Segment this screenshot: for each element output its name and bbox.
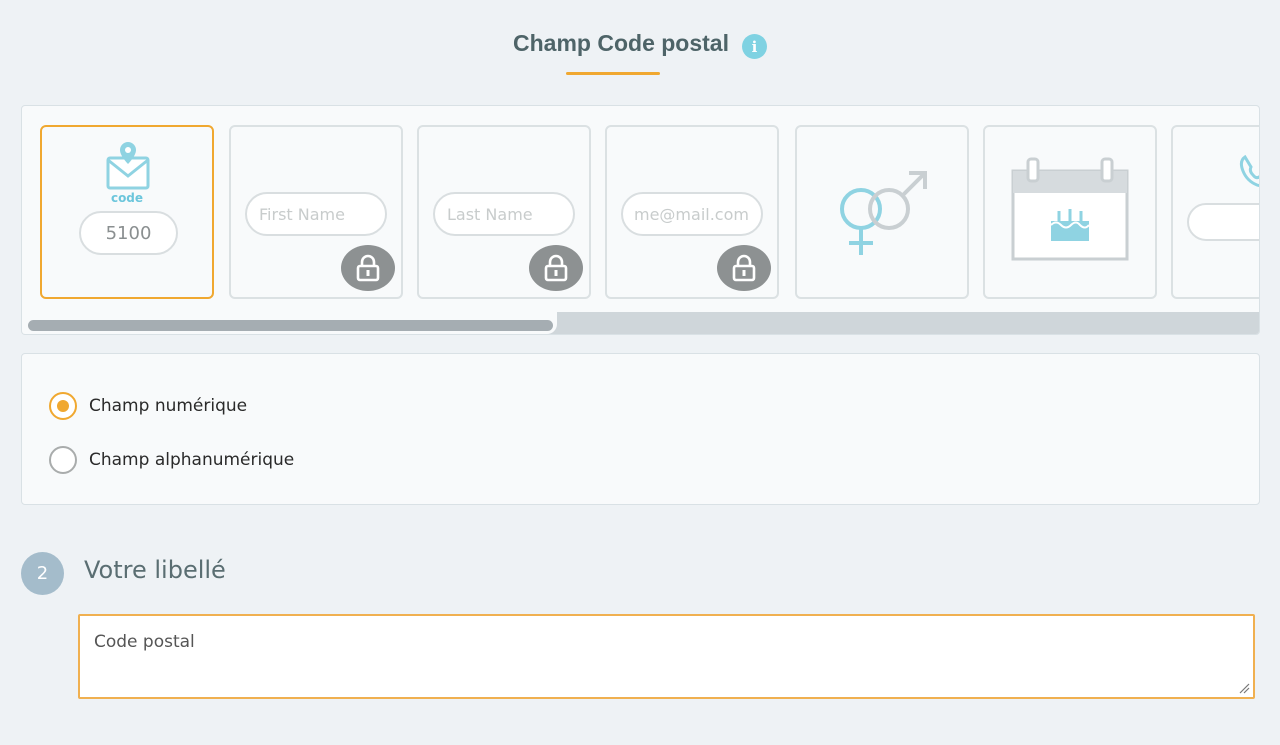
- resize-grip-icon[interactable]: [1238, 682, 1250, 694]
- card-first-name[interactable]: First Name: [229, 125, 403, 299]
- radio-alphanumeric[interactable]: [49, 446, 77, 474]
- field-type-options: Champ numérique Champ alphanumérique: [21, 353, 1260, 505]
- lock-icon: [529, 245, 583, 291]
- option-alphanumeric-label: Champ alphanumérique: [89, 450, 295, 470]
- card-gender[interactable]: [795, 125, 969, 299]
- last-name-preview: Last Name: [433, 192, 575, 236]
- gender-icon: [840, 171, 927, 255]
- card-last-name[interactable]: Last Name: [417, 125, 591, 299]
- page-header: Champ Code postal i: [0, 28, 1280, 59]
- email-preview: me@mail.com: [621, 192, 763, 236]
- option-numeric-label: Champ numérique: [89, 396, 248, 416]
- card-postal-code[interactable]: code 5100: [40, 125, 214, 299]
- option-alphanumeric[interactable]: Champ alphanumérique: [49, 446, 294, 474]
- radio-numeric[interactable]: [49, 392, 77, 420]
- card-birthday[interactable]: [983, 125, 1157, 299]
- mail-location-icon: [106, 142, 150, 190]
- option-numeric[interactable]: Champ numérique: [49, 392, 247, 420]
- scrollbar-thumb[interactable]: [28, 320, 553, 331]
- birthday-calendar-icon: [1011, 157, 1129, 261]
- first-name-preview: First Name: [245, 192, 387, 236]
- postal-code-sample: 5100: [79, 211, 178, 255]
- card-email[interactable]: me@mail.com: [605, 125, 779, 299]
- lock-icon: [341, 245, 395, 291]
- carousel-scrollbar[interactable]: [22, 312, 1259, 334]
- info-icon[interactable]: i: [741, 34, 767, 59]
- page-title: Champ Code postal: [513, 30, 729, 56]
- label-textarea-value: Code postal: [94, 632, 195, 652]
- card-phone[interactable]: [1171, 125, 1259, 299]
- step-title: Votre libellé: [84, 556, 226, 584]
- label-textarea[interactable]: Code postal: [78, 614, 1255, 699]
- postal-code-caption: code: [110, 191, 144, 205]
- lock-icon: [717, 245, 771, 291]
- phone-icon: [1239, 154, 1259, 188]
- title-underline: [566, 72, 660, 75]
- step-number-badge: 2: [21, 552, 64, 595]
- field-carousel: code 5100 First Name Last Name me@mail.c…: [21, 105, 1260, 335]
- phone-preview: [1187, 203, 1259, 241]
